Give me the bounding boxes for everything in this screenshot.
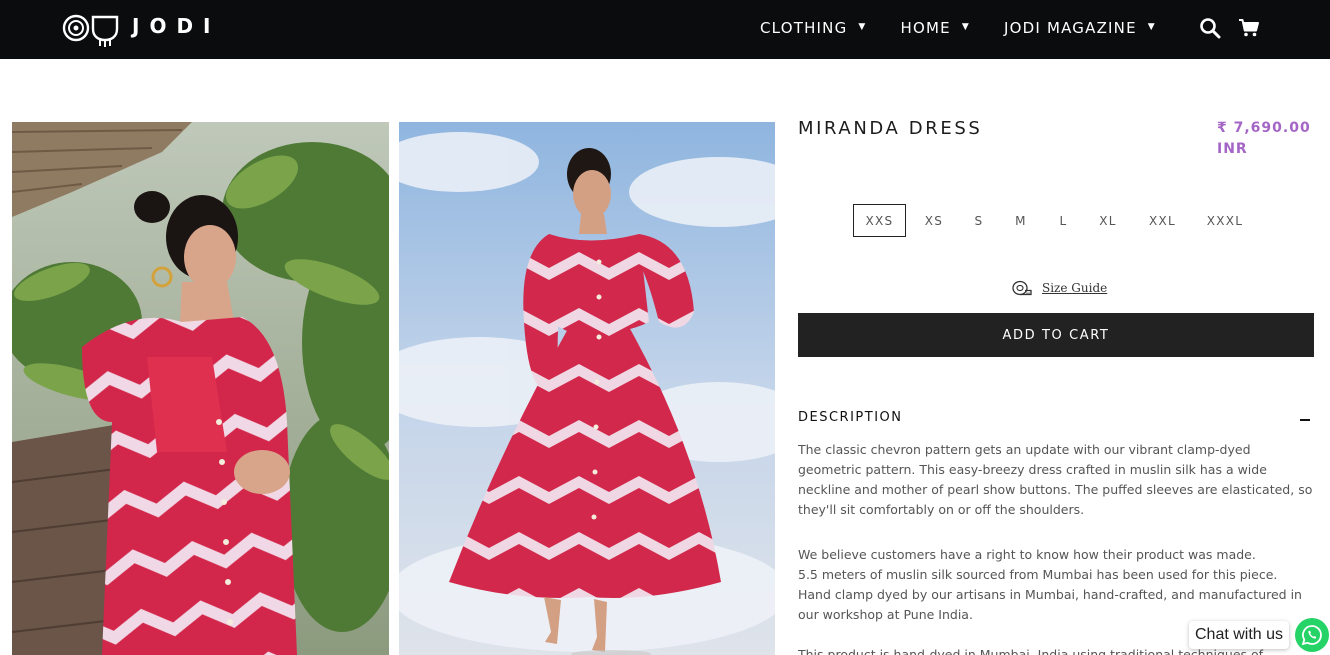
whatsapp-icon (1301, 625, 1322, 646)
product-photo-garden (12, 122, 389, 655)
size-option-xxl[interactable]: XXL (1135, 204, 1190, 237)
product-image-1[interactable] (12, 122, 389, 655)
whatsapp-chat-widget[interactable]: Chat with us (1189, 618, 1330, 652)
main-nav: CLOTHING ▼ HOME ▼ JODI MAGAZINE ▼ (760, 19, 1156, 37)
caret-down-icon: ▼ (1147, 22, 1156, 32)
caret-down-icon: ▼ (858, 22, 867, 32)
description-toggle[interactable]: DESCRIPTION (798, 410, 1314, 425)
size-option-xxs[interactable]: XXS (853, 204, 906, 237)
description-provenance: We believe customers have a right to kno… (798, 545, 1314, 625)
size-option-xxxl[interactable]: XXXL (1190, 204, 1260, 237)
brand-name: JODI (132, 14, 221, 38)
brand-logo[interactable]: JODI (62, 10, 221, 48)
header-icons (1199, 17, 1277, 39)
collapse-minus-icon (1300, 418, 1310, 421)
provenance-line: We believe customers have a right to kno… (798, 547, 1256, 562)
nav-item-label: CLOTHING (760, 19, 848, 37)
size-guide-link[interactable]: Size Guide (1012, 280, 1107, 296)
logo-mark-icon (62, 14, 119, 47)
size-option-s[interactable]: S (962, 204, 996, 237)
nav-item-home[interactable]: HOME ▼ (901, 19, 970, 37)
size-option-xl[interactable]: XL (1081, 204, 1135, 237)
size-guide-label: Size Guide (1042, 281, 1108, 295)
provenance-line: Hand clamp dyed by our artisans in Mumba… (798, 587, 1302, 622)
product-price: ₹ 7,690.00 INR (1217, 118, 1317, 160)
description-heading: DESCRIPTION (798, 410, 903, 425)
search-icon[interactable] (1199, 17, 1221, 39)
size-option-l[interactable]: L (1046, 204, 1081, 237)
caret-down-icon: ▼ (961, 22, 970, 32)
nav-item-clothing[interactable]: CLOTHING ▼ (760, 19, 867, 37)
provenance-line: 5.5 meters of muslin silk sourced from M… (798, 567, 1278, 582)
site-header: JODI CLOTHING ▼ HOME ▼ JODI MAGAZINE ▼ (0, 0, 1330, 59)
size-selector: XXS XS S M L XL XXL XXXL (853, 204, 1260, 237)
whatsapp-button[interactable] (1295, 618, 1330, 652)
price-amount: ₹ 7,690.00 (1217, 120, 1311, 136)
product-title: MIRANDA DRESS (798, 118, 983, 139)
size-option-xs[interactable]: XS (906, 204, 962, 237)
size-option-m[interactable]: M (996, 204, 1046, 237)
description-paragraph: The classic chevron pattern gets an upda… (798, 442, 1313, 517)
chat-label[interactable]: Chat with us (1189, 621, 1290, 649)
cart-icon[interactable] (1238, 17, 1260, 39)
add-to-cart-button[interactable]: ADD TO CART (798, 313, 1314, 357)
nav-item-label: JODI MAGAZINE (1003, 19, 1137, 37)
nav-item-jodi-magazine[interactable]: JODI MAGAZINE ▼ (1004, 19, 1156, 37)
price-currency: INR (1217, 141, 1248, 157)
measuring-tape-icon (1012, 280, 1032, 296)
product-photo-sky (399, 122, 775, 655)
product-image-2[interactable] (399, 122, 775, 655)
nav-item-label: HOME (900, 19, 951, 37)
